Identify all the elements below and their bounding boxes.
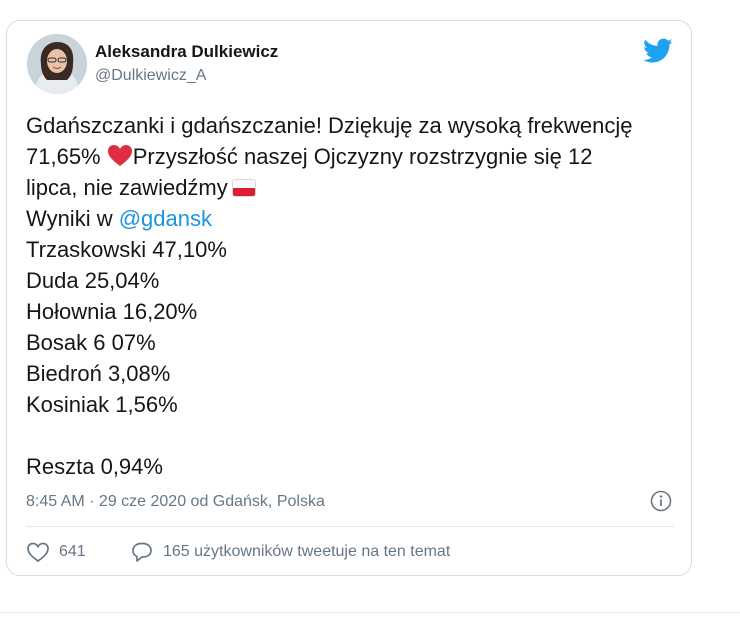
result-line: Duda 25,04% bbox=[26, 268, 160, 293]
author-handle[interactable]: @Dulkiewicz_A bbox=[95, 67, 206, 85]
tweet-timestamp[interactable]: 8:45 AM · 29 cze 2020 od Gdańsk, Polska bbox=[26, 493, 325, 511]
tweet-line-3-text: lipca, nie zawiedźmy bbox=[26, 175, 228, 200]
result-line: Biedroń 3,08% bbox=[26, 361, 171, 386]
page-divider bbox=[0, 612, 740, 613]
info-icon[interactable] bbox=[650, 490, 672, 512]
divider bbox=[26, 526, 674, 527]
result-line: Bosak 6 07% bbox=[26, 330, 156, 355]
turnout-value: 71,65% bbox=[26, 144, 101, 169]
poland-flag-emoji bbox=[231, 179, 256, 197]
tweet-line-1: Gdańszczanki i gdańszczanie! Dziękuję za… bbox=[26, 113, 633, 138]
twitter-bird-icon[interactable] bbox=[643, 38, 673, 64]
result-line: Kosiniak 1,56% bbox=[26, 392, 178, 417]
author-name[interactable]: Aleksandra Dulkiewicz bbox=[95, 42, 278, 62]
tweet-line-2: 71,65% Przyszłość naszej Ojczyzny rozstr… bbox=[26, 141, 676, 172]
conversation-button[interactable]: 165 użytkowników tweetuje na ten temat bbox=[130, 541, 450, 563]
rest-line: Reszta 0,94% bbox=[26, 454, 163, 479]
mention-link[interactable]: @gdansk bbox=[119, 206, 212, 231]
tweet-line-3: lipca, nie zawiedźmy bbox=[26, 172, 676, 203]
like-count: 641 bbox=[59, 543, 86, 560]
conversation-text: 165 użytkowników tweetuje na ten temat bbox=[163, 543, 451, 560]
results-heading: Wyniki w @gdansk bbox=[26, 203, 676, 234]
tweet-card[interactable]: Aleksandra Dulkiewicz @Dulkiewicz_A Gdań… bbox=[6, 20, 692, 576]
heart-outline-icon bbox=[27, 542, 49, 563]
like-button[interactable]: 641 bbox=[26, 541, 86, 563]
result-line: Trzaskowski 47,10% bbox=[26, 237, 227, 262]
result-line: Hołownia 16,20% bbox=[26, 299, 198, 324]
tweet-text: Gdańszczanki i gdańszczanie! Dziękuję za… bbox=[26, 110, 676, 482]
tweet-line-2-text: Przyszłość naszej Ojczyzny rozstrzygnie … bbox=[132, 144, 593, 169]
red-heart-emoji bbox=[107, 145, 132, 166]
speech-bubble-icon bbox=[132, 542, 152, 562]
results-prefix: Wyniki w bbox=[26, 206, 113, 231]
avatar[interactable] bbox=[27, 34, 87, 94]
